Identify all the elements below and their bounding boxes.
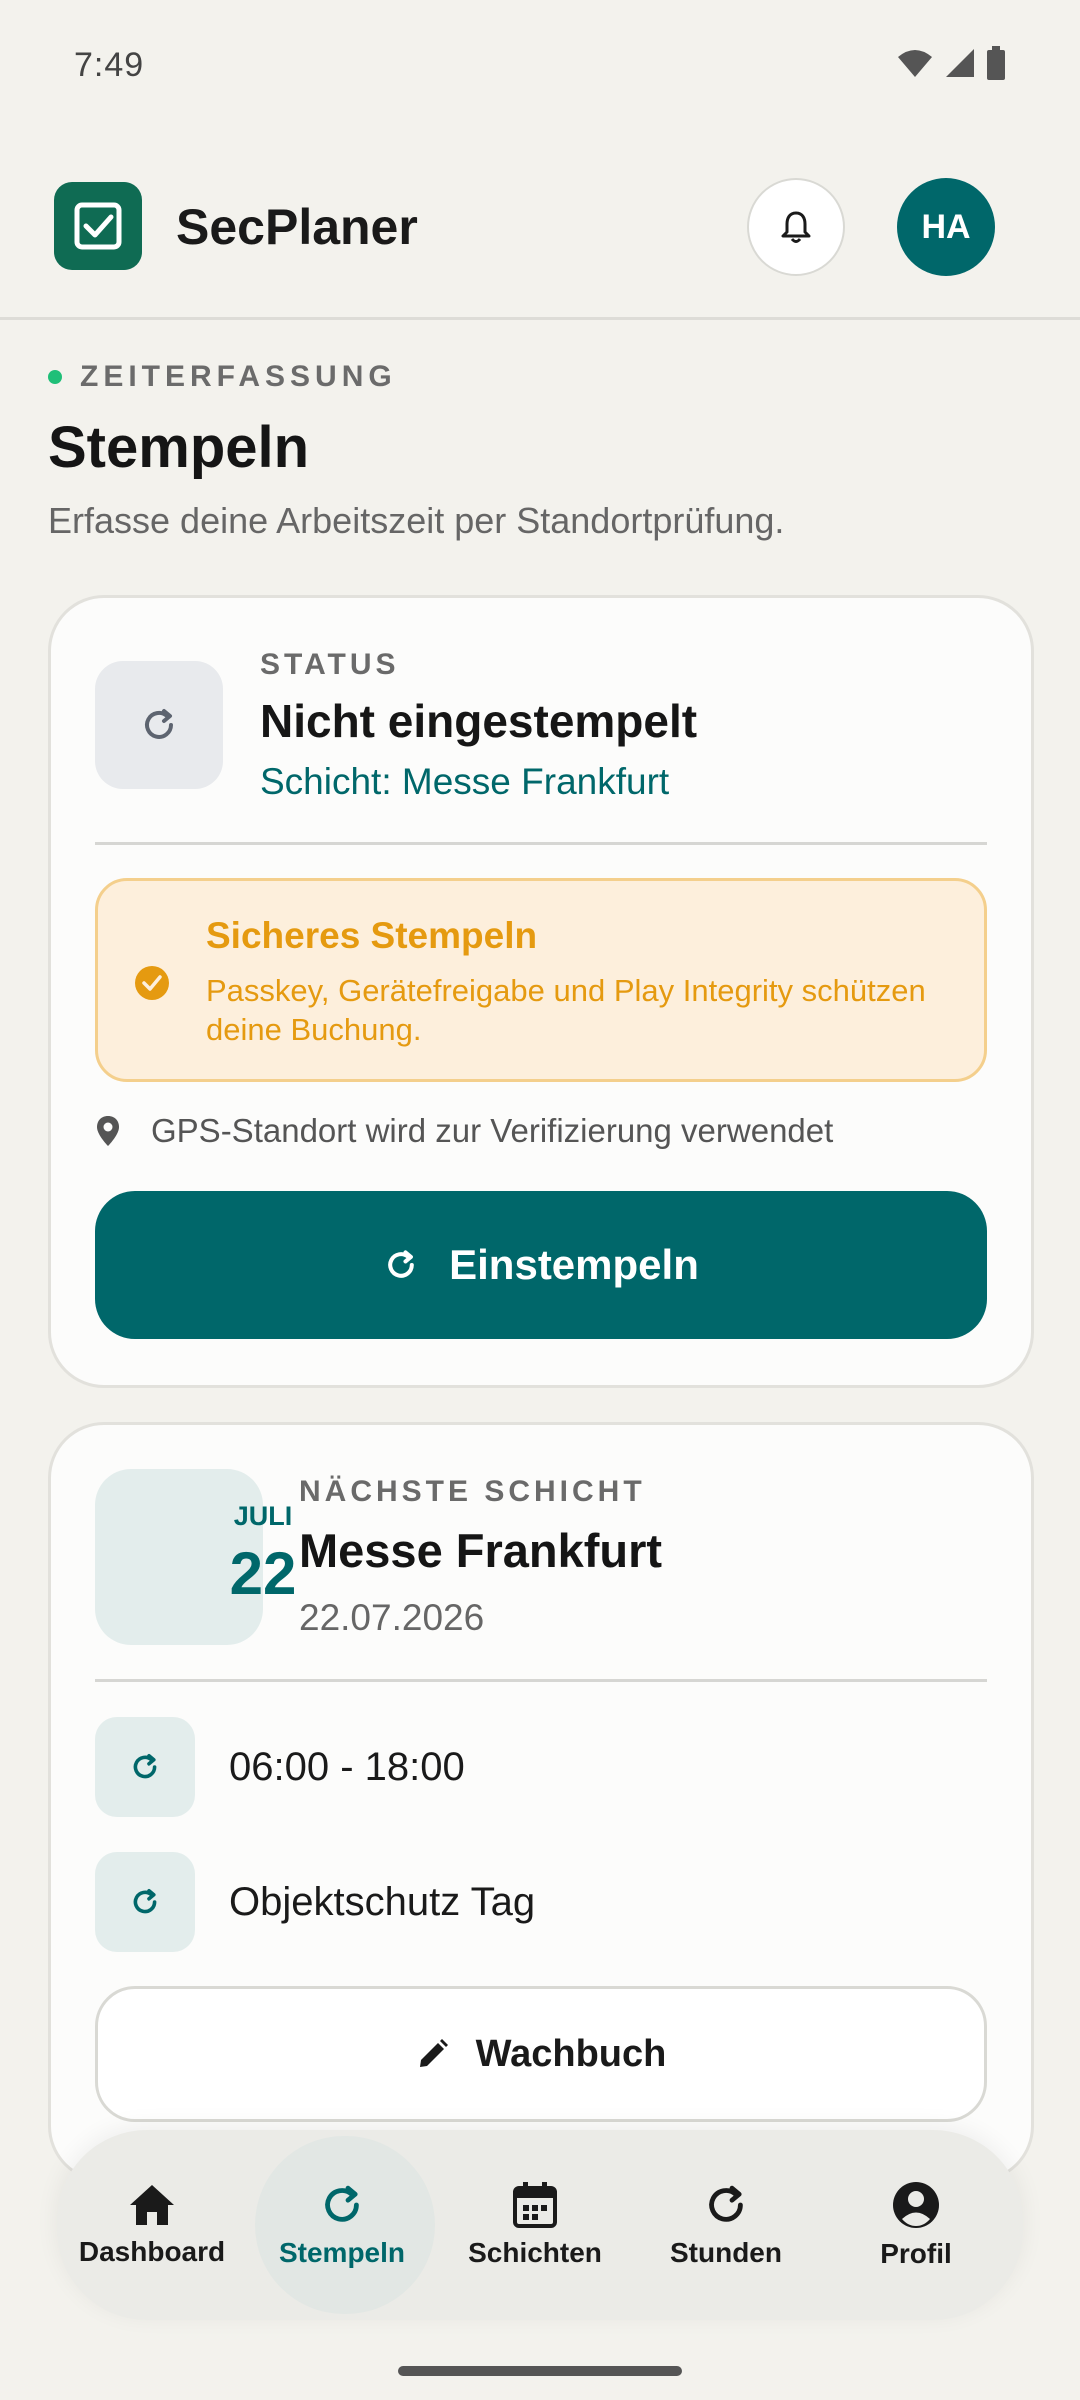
location-pin-icon — [97, 1116, 119, 1146]
status-card: STATUS Nicht eingestempelt Schicht: Mess… — [48, 595, 1034, 1388]
nav-label: Profil — [880, 2238, 952, 2269]
app-bar: SecPlaner HA — [0, 160, 1080, 320]
signal-icon — [946, 49, 974, 77]
clock-in-button[interactable]: Einstempeln — [95, 1191, 987, 1339]
pencil-icon — [419, 2039, 448, 2067]
page-subtitle: Erfasse deine Arbeitszeit per Standortpr… — [48, 500, 785, 541]
wachbuch-label: Wachbuch — [475, 2032, 667, 2075]
check-circle-icon — [135, 966, 169, 1000]
notifications-button[interactable] — [747, 178, 845, 276]
refresh-icon — [325, 2185, 359, 2222]
gps-info: GPS-Standort wird zur Verifizierung verw… — [95, 1112, 833, 1150]
nav-item-dashboard[interactable]: Dashboard — [57, 2130, 247, 2320]
nav-item-schichten[interactable]: Schichten — [440, 2130, 630, 2320]
secure-clocking-notice: Sicheres Stempeln Passkey, Gerätefreigab… — [95, 878, 987, 1082]
status-bar: 7:49 — [0, 0, 1080, 130]
refresh-icon — [388, 1250, 414, 1278]
refresh-icon — [145, 709, 173, 739]
nav-label: Stunden — [670, 2237, 782, 2268]
section-eyebrow: ZEITERFASSUNG — [48, 360, 397, 394]
page-title: Stempeln — [48, 415, 310, 480]
home-indicator[interactable] — [398, 2366, 682, 2376]
wifi-icon — [898, 50, 932, 77]
next-shift-label: NÄCHSTE SCHICHT — [299, 1475, 646, 1508]
nav-item-stempeln[interactable]: Stempeln — [247, 2130, 437, 2320]
avatar-initials: HA — [921, 207, 971, 246]
nav-item-profil[interactable]: Profil — [821, 2130, 1011, 2320]
status-time: 7:49 — [74, 46, 145, 84]
notice-text: Passkey, Gerätefreigabe und Play Integri… — [206, 973, 926, 1047]
date-badge: JULI 22 — [95, 1469, 296, 1645]
home-icon — [130, 2185, 174, 2225]
person-icon — [893, 2182, 939, 2228]
refresh-icon — [95, 1852, 195, 1952]
shift-type-row: Objektschutz Tag — [95, 1852, 535, 1952]
clock-in-label: Einstempeln — [449, 1241, 699, 1288]
refresh-icon — [709, 2185, 743, 2222]
status-label: STATUS — [260, 648, 400, 681]
status-shift: Schicht: Messe Frankfurt — [260, 761, 670, 802]
shift-type: Objektschutz Tag — [229, 1879, 536, 1924]
nav-label: Dashboard — [78, 2236, 226, 2267]
nav-label: Stempeln — [278, 2237, 406, 2268]
divider — [95, 842, 987, 845]
wachbuch-button[interactable]: Wachbuch — [95, 1986, 987, 2122]
calendar-icon — [513, 2182, 557, 2228]
app-title: SecPlaner — [176, 199, 418, 255]
nav-label: Schichten — [468, 2237, 602, 2268]
shift-name: Messe Frankfurt — [299, 1524, 663, 1577]
nav-item-stunden[interactable]: Stunden — [631, 2130, 821, 2320]
shift-time: 06:00 - 18:00 — [229, 1744, 465, 1789]
refresh-icon — [95, 1717, 195, 1817]
bell-icon — [781, 211, 811, 243]
app-logo-icon — [54, 182, 142, 270]
gps-text: GPS-Standort wird zur Verifizierung verw… — [151, 1112, 834, 1149]
battery-icon — [987, 46, 1005, 80]
status-value: Nicht eingestempelt — [260, 695, 698, 747]
avatar[interactable]: HA — [897, 178, 995, 276]
divider — [95, 1679, 987, 1682]
shift-date: 22.07.2026 — [299, 1597, 485, 1638]
status-icons — [896, 46, 1006, 80]
next-shift-card: JULI 22 NÄCHSTE SCHICHT Messe Frankfurt … — [48, 1422, 1034, 2182]
status-icon-box — [95, 661, 223, 789]
eyebrow-text: ZEITERFASSUNG — [80, 360, 397, 393]
status-dot-icon — [48, 370, 62, 384]
notice-title: Sicheres Stempeln — [206, 915, 538, 956]
shift-time-row: 06:00 - 18:00 — [95, 1717, 465, 1817]
bottom-navigation: Dashboard Stempeln Schichten Stunden Pro… — [57, 2130, 1023, 2320]
